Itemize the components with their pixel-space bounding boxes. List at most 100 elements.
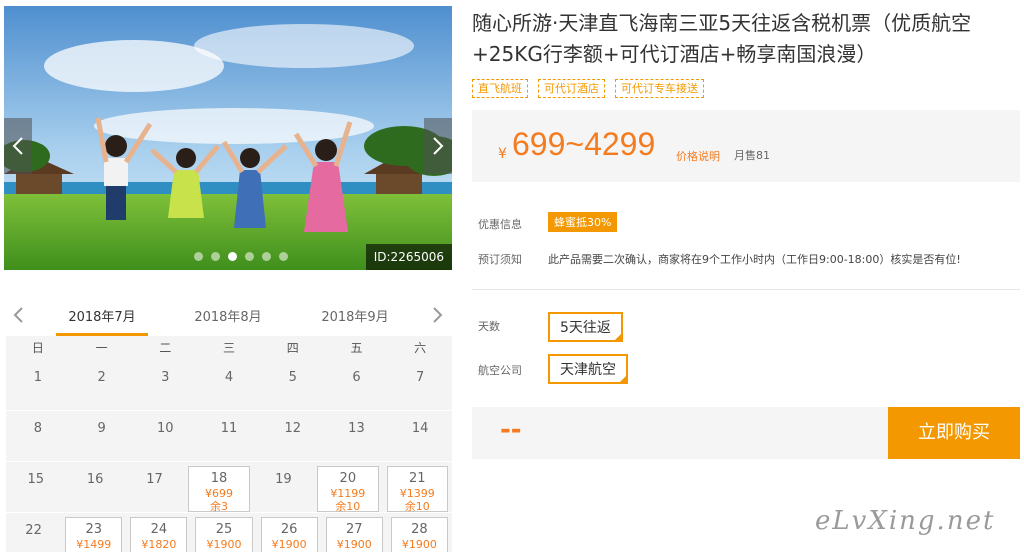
day-stock: 余3: [209, 500, 228, 513]
calendar-grid: 1 2 3 4 5 6 7 8 9 10 11 12 13 14 15 16 17 18 ¥699 余3 19 20 ¥11…: [6, 360, 452, 552]
tag-car-transfer: 可代订专车接送: [615, 79, 704, 98]
gallery-dot[interactable]: [194, 252, 203, 261]
day-number: 7: [416, 370, 425, 385]
airline-label: 航空公司: [478, 364, 522, 377]
days-option-5-day-return[interactable]: 5天往返: [548, 312, 623, 342]
divider: [472, 289, 1020, 290]
calendar-day: 5: [261, 360, 325, 410]
tag-direct-flight: 直飞航班: [472, 79, 528, 98]
calendar-day-available[interactable]: 23¥1499余10: [65, 517, 123, 552]
price-box: ¥ 699~4299 价格说明 月售81: [472, 110, 1020, 182]
currency-symbol: ¥: [498, 146, 507, 162]
day-number: 5: [288, 370, 297, 385]
calendar-day: 4: [197, 360, 261, 410]
price-explanation-link[interactable]: 价格说明: [676, 148, 720, 164]
booking-notice: 此产品需要二次确认，商家将在9个工作小时内（工作日9:00-18:00）核实是否…: [548, 253, 961, 266]
calendar-day-available[interactable]: 28¥1900余10: [390, 517, 448, 552]
day-number: 9: [97, 421, 106, 436]
calendar-day-available[interactable]: 27¥1900余10: [325, 517, 383, 552]
day-number: 4: [224, 370, 234, 385]
feature-tags: 直飞航班 可代订酒店 可代订专车接送: [472, 79, 704, 98]
month-navigation: 2018年7月 2018年8月 2018年9月: [4, 298, 452, 336]
calendar-day: 22: [6, 513, 61, 552]
month-tab-august[interactable]: 2018年8月: [182, 306, 274, 325]
gallery-dot[interactable]: [228, 252, 237, 261]
product-id-badge: ID:2265006: [365, 244, 452, 270]
calendar-day: 7: [388, 360, 452, 410]
gallery-prev-button[interactable]: [4, 118, 32, 174]
gallery-dot[interactable]: [262, 252, 271, 261]
day-number: 3: [161, 370, 170, 385]
calendar-day: 14: [388, 411, 452, 461]
gallery-dot[interactable]: [279, 252, 288, 261]
day-number: 23: [85, 522, 102, 537]
chevron-left-icon[interactable]: [10, 306, 28, 324]
day-number: 18: [210, 471, 228, 486]
day-price: ¥699: [204, 487, 233, 500]
calendar-day: 2: [70, 360, 134, 410]
calendar-week-row: 1 2 3 4 5 6 7: [6, 360, 452, 410]
chevron-right-icon: [433, 137, 444, 155]
calendar-day-available[interactable]: 24¥1820余10: [130, 517, 188, 552]
gallery-dot[interactable]: [245, 252, 254, 261]
gallery-dots: [194, 252, 288, 261]
month-tab-july[interactable]: 2018年7月: [56, 306, 148, 336]
watermark: eLvXing.net: [815, 506, 996, 536]
tag-hotel-booking: 可代订酒店: [538, 79, 605, 98]
month-tab-september[interactable]: 2018年9月: [309, 306, 401, 325]
day-price: ¥1900: [401, 538, 437, 551]
calendar-day-available[interactable]: 26¥1900余10: [260, 517, 318, 552]
notice-label: 预订须知: [478, 253, 522, 266]
calendar-day-available[interactable]: 20 ¥1199 余10: [317, 466, 379, 513]
day-price: ¥1399: [399, 487, 435, 500]
weekday-label: 六: [414, 341, 427, 355]
weekday-label: 日: [31, 341, 44, 355]
day-number: 15: [27, 472, 44, 487]
day-number: 27: [346, 522, 363, 537]
weekday-label: 二: [159, 341, 172, 355]
day-number: 8: [33, 421, 42, 436]
calendar-day-available[interactable]: 25¥1900余10: [195, 517, 253, 552]
total-price: --: [500, 415, 522, 445]
calendar-day: 12: [261, 411, 325, 461]
day-number: 22: [25, 523, 42, 538]
calendar-day: 3: [133, 360, 197, 410]
calendar-week-row: 8 9 10 11 12 13 14: [6, 411, 452, 461]
calendar-day: 9: [70, 411, 134, 461]
weekday-label: 三: [223, 341, 236, 355]
day-number: 19: [275, 472, 292, 487]
day-number: 1: [33, 370, 42, 385]
day-number: 11: [220, 421, 238, 436]
promo-badge: 蜂蜜抵30%: [548, 212, 618, 232]
calendar-day-available[interactable]: 21 ¥1399 余10: [386, 466, 448, 513]
day-price: ¥1820: [141, 538, 177, 551]
day-number: 12: [284, 421, 301, 436]
weekday-label: 五: [350, 341, 363, 355]
gallery-dot[interactable]: [211, 252, 220, 261]
chevron-right-icon[interactable]: [428, 306, 446, 324]
day-stock: 余10: [335, 500, 361, 513]
price-range: 699~4299: [512, 126, 656, 162]
day-number: 25: [215, 522, 233, 537]
day-number: 13: [348, 421, 365, 436]
day-number: 28: [411, 522, 428, 537]
gallery-next-button[interactable]: [424, 118, 452, 174]
calendar-day: 16: [65, 462, 124, 512]
calendar-day-available[interactable]: 18 ¥699 余3: [188, 466, 250, 513]
promo-label: 优惠信息: [478, 218, 522, 231]
chevron-left-icon: [12, 137, 23, 155]
weekday-label: 一: [95, 341, 108, 355]
calendar-day: 19: [254, 462, 313, 512]
day-number: 24: [150, 522, 168, 537]
day-price: ¥1199: [330, 487, 366, 500]
buy-now-button[interactable]: 立即购买: [888, 407, 1020, 459]
calendar-day: 15: [6, 462, 65, 512]
day-price: ¥1900: [336, 538, 372, 551]
calendar-day: 13: [325, 411, 389, 461]
calendar-day: 8: [6, 411, 70, 461]
calendar-day: 1: [6, 360, 70, 410]
airline-option-tianjin-airlines[interactable]: 天津航空: [548, 354, 628, 384]
day-number: 17: [146, 472, 163, 487]
day-number: 26: [280, 522, 298, 537]
calendar-week-row: 22 23¥1499余1024¥1820余1025¥1900余1026¥1900余…: [6, 513, 452, 552]
